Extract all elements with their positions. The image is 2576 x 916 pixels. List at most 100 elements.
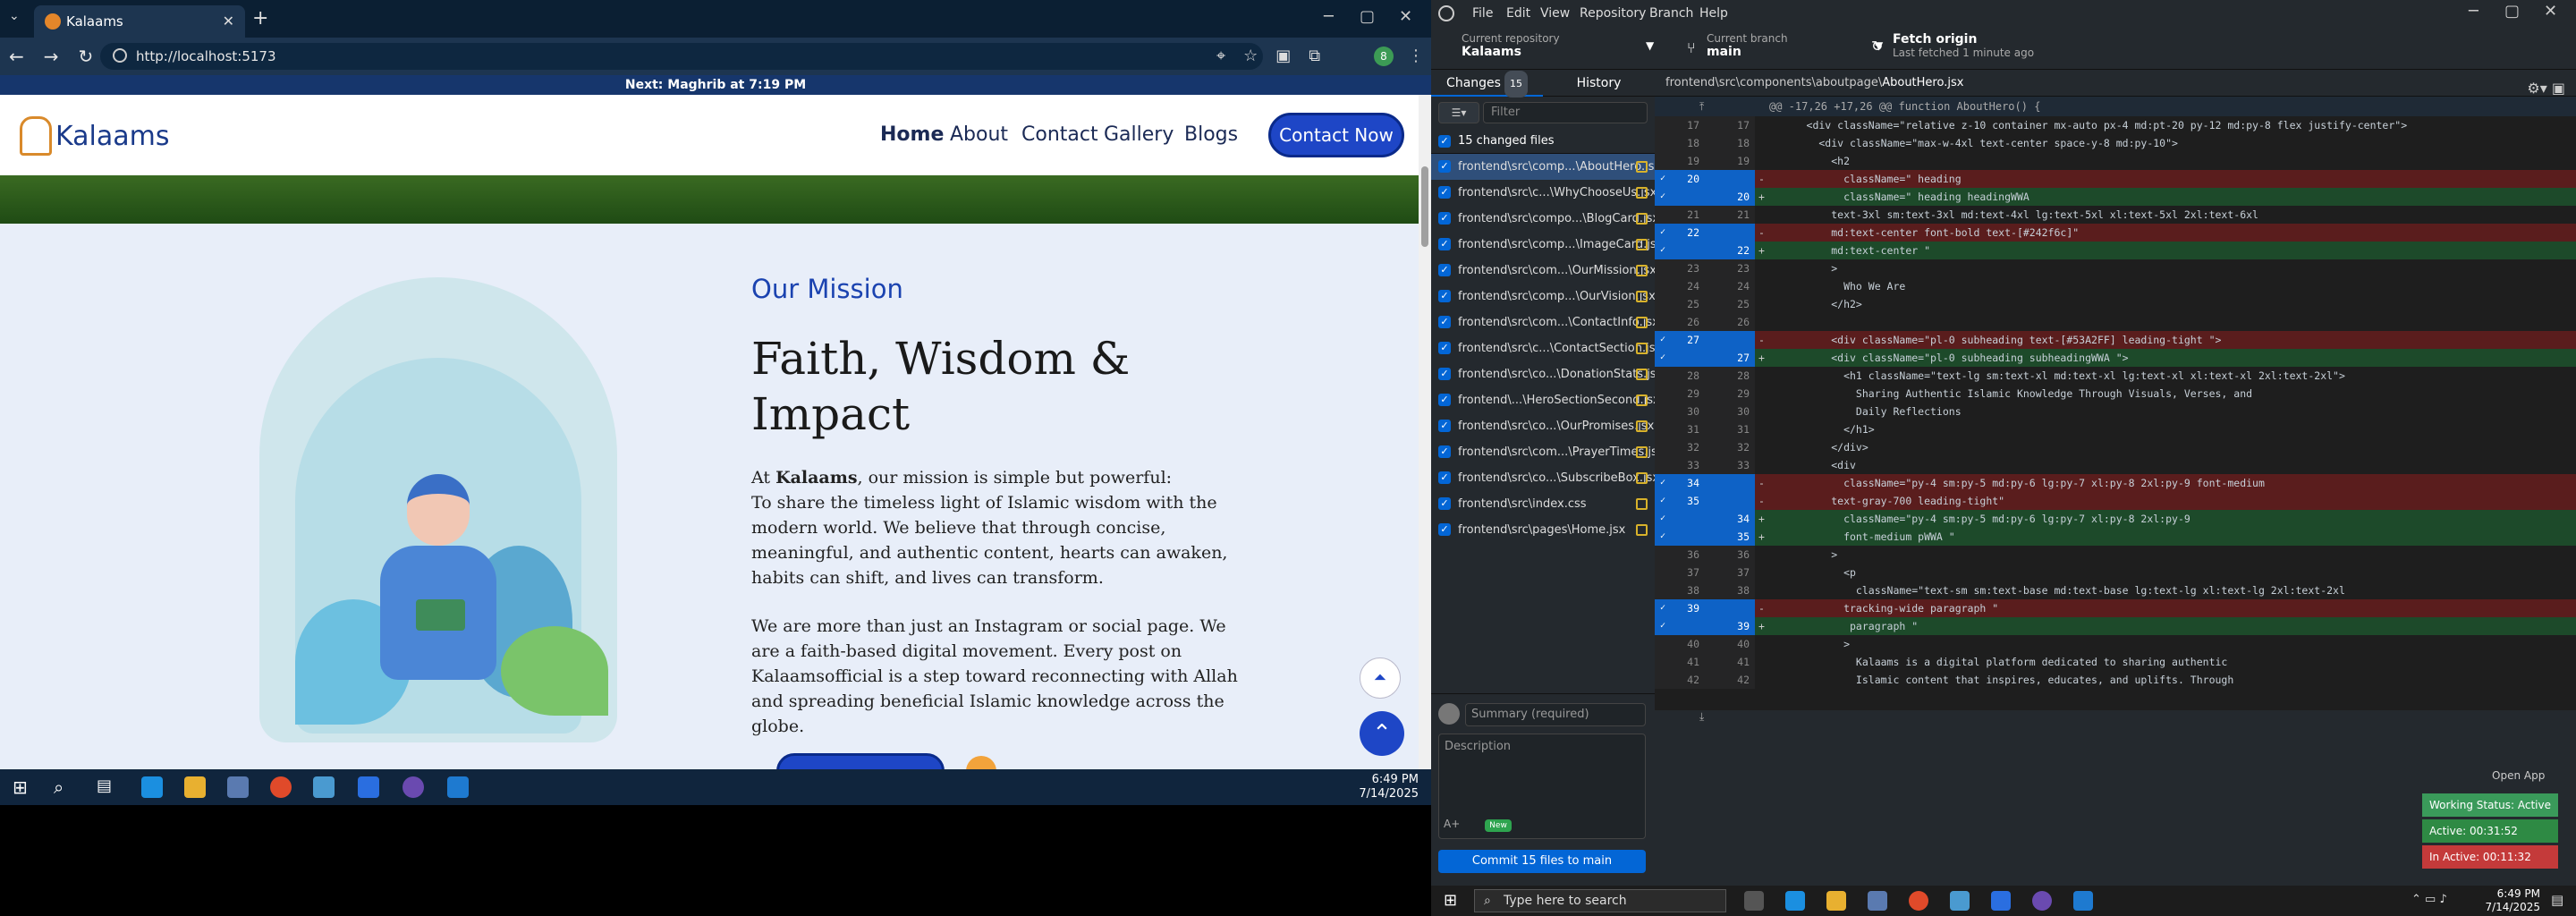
old-line-number[interactable]: 23 — [1655, 259, 1705, 277]
close-window-icon[interactable]: ✕ — [2544, 2, 2557, 21]
expand-down-icon[interactable]: ⤓ — [1699, 710, 1704, 724]
new-line-number[interactable]: 35 — [1705, 528, 1755, 546]
changed-file-item[interactable]: ✓ frontend\src\c...\ContactSection.jsx — [1431, 335, 1655, 361]
new-line-number[interactable]: 41 — [1705, 653, 1755, 671]
file-checkbox[interactable]: ✓ — [1438, 186, 1451, 199]
edge-icon[interactable] — [141, 776, 163, 798]
changed-file-item[interactable]: ✓ frontend\src\comp...\OurVision.jsx — [1431, 284, 1655, 310]
file-checkbox[interactable]: ✓ — [1438, 420, 1451, 432]
old-line-number[interactable]: 31 — [1655, 420, 1705, 438]
diff-line[interactable]: 42 42 Islamic content that inspires, educ… — [1655, 671, 2576, 689]
old-line-number[interactable]: 19 — [1655, 152, 1705, 170]
filter-input[interactable]: Filter — [1483, 102, 1648, 123]
store-icon[interactable] — [227, 776, 249, 798]
changed-file-item[interactable]: ✓ frontend\src\com...\OurMission.jsx — [1431, 258, 1655, 284]
old-line-number[interactable]: 40 — [1655, 635, 1705, 653]
old-line-number[interactable]: 21 — [1655, 206, 1705, 224]
old-line-number[interactable]: 36 — [1655, 546, 1705, 564]
file-checkbox[interactable]: ✓ — [1438, 264, 1451, 276]
new-line-number[interactable]: 36 — [1705, 546, 1755, 564]
browser-menu-icon[interactable]: ⋮ — [1408, 47, 1424, 65]
new-line-number[interactable]: 42 — [1705, 671, 1755, 689]
new-line-number[interactable]: 23 — [1705, 259, 1755, 277]
commit-description-input[interactable]: Description — [1438, 734, 1646, 839]
file-checkbox[interactable]: ✓ — [1438, 445, 1451, 458]
old-line-number[interactable]: 32 — [1655, 438, 1705, 456]
new-line-number[interactable]: 28 — [1705, 367, 1755, 385]
diff-line[interactable]: 31 31 </h1> — [1655, 420, 2576, 438]
new-line-number[interactable]: 32 — [1705, 438, 1755, 456]
diff-line[interactable]: 27 ✓ - <div className="pl-0 subheading tex… — [1655, 331, 2576, 349]
filter-options-icon[interactable]: ☰▾ — [1438, 102, 1479, 123]
start-icon[interactable]: ⊞ — [13, 776, 28, 798]
new-line-number[interactable]: 33 — [1705, 456, 1755, 474]
github-desktop-icon[interactable] — [2032, 891, 2052, 911]
file-checkbox[interactable]: ✓ — [1438, 394, 1451, 406]
diff-line[interactable]: 19 19 <h2 — [1655, 152, 2576, 170]
new-line-number[interactable]: 17 — [1705, 116, 1755, 134]
new-line-number[interactable]: 26 — [1705, 313, 1755, 331]
github-desktop-icon[interactable] — [402, 776, 424, 798]
old-line-number[interactable]: 33 — [1655, 456, 1705, 474]
nav-gallery[interactable]: Gallery — [1104, 123, 1174, 146]
file-checkbox[interactable]: ✓ — [1438, 497, 1451, 510]
file-checkbox[interactable]: ✓ — [1438, 471, 1451, 484]
changed-file-item[interactable]: ✓ frontend\src\comp...\AboutHero.jsx — [1431, 154, 1655, 180]
nav-buttons[interactable]: ←→↻ — [9, 46, 113, 67]
new-line-number[interactable]: 30 — [1705, 403, 1755, 420]
diff-line[interactable]: 41 41 Kalaams is a digital platform dedic… — [1655, 653, 2576, 671]
scroll-top-icon[interactable]: ⏶ — [1360, 657, 1401, 699]
new-line-number[interactable] — [1705, 599, 1755, 617]
changed-file-item[interactable]: ✓ frontend\src\comp...\ImageCard.jsx — [1431, 232, 1655, 258]
old-line-number[interactable]: 26 — [1655, 313, 1705, 331]
new-line-number[interactable]: 31 — [1705, 420, 1755, 438]
contact-now-button[interactable]: Contact Now — [1268, 113, 1404, 157]
minimize-icon[interactable]: ─ — [1324, 7, 1334, 26]
file-checkbox[interactable]: ✓ — [1438, 523, 1451, 536]
changed-file-item[interactable]: ✓ frontend\src\co...\OurPromises.jsx — [1431, 413, 1655, 439]
task-view-icon[interactable]: ▤ — [97, 776, 112, 795]
diff-line[interactable]: 39 ✓ + paragraph " — [1655, 617, 2576, 635]
current-branch-selector[interactable]: ⑂ Current branch main ▼ — [1683, 32, 1889, 64]
changed-file-item[interactable]: ✓ frontend\src\co...\DonationStats.jsx — [1431, 361, 1655, 387]
notification-icon[interactable]: ▤ — [2551, 892, 2563, 908]
profile-avatar[interactable]: 8 — [1374, 47, 1394, 66]
diff-line[interactable]: 34 ✓ + className="py-4 sm:py-5 md:py-6 lg:… — [1655, 510, 2576, 528]
new-line-number[interactable]: 24 — [1705, 277, 1755, 295]
menu-help[interactable]: Help — [1699, 6, 1728, 21]
file-checkbox[interactable]: ✓ — [1438, 238, 1451, 250]
diff-line[interactable]: 38 38 className="text-sm sm:text-base md:… — [1655, 581, 2576, 599]
nav-contact[interactable]: Contact — [1021, 123, 1098, 146]
new-line-number[interactable] — [1705, 492, 1755, 510]
old-line-number[interactable]: 38 — [1655, 581, 1705, 599]
diff-line[interactable]: 40 40 > — [1655, 635, 2576, 653]
tab-changes[interactable]: Changes 15 — [1431, 70, 1543, 98]
diff-line[interactable]: 32 32 </div> — [1655, 438, 2576, 456]
diff-line[interactable]: 21 21 text-3xl sm:text-3xl md:text-4xl lg… — [1655, 206, 2576, 224]
new-line-number[interactable] — [1705, 474, 1755, 492]
file-checkbox[interactable]: ✓ — [1438, 160, 1451, 173]
close-tab-icon[interactable]: ✕ — [223, 13, 234, 30]
old-line-number[interactable]: 25 — [1655, 295, 1705, 313]
zoom-icon[interactable] — [1991, 891, 2011, 911]
file-checkbox[interactable]: ✓ — [1438, 368, 1451, 380]
explorer-icon[interactable] — [1826, 891, 1846, 911]
diff-line[interactable]: 25 25 </h2> — [1655, 295, 2576, 313]
diff-line[interactable]: 29 29 Sharing Authentic Islamic Knowledge… — [1655, 385, 2576, 403]
diff-line[interactable]: 18 18 <div className="max-w-4xl text-cent… — [1655, 134, 2576, 152]
commit-button[interactable]: Commit 15 files to main — [1438, 850, 1646, 873]
menu-branch[interactable]: Branch — [1649, 6, 1693, 21]
new-line-number[interactable]: 27 — [1705, 349, 1755, 367]
diff-line[interactable]: 33 33 <div — [1655, 456, 2576, 474]
changed-file-item[interactable]: ✓ frontend\src\compo...\BlogCard.jsx — [1431, 206, 1655, 232]
diff-line[interactable]: 20 ✓ + className=" heading headingWWA — [1655, 188, 2576, 206]
old-line-number[interactable]: 41 — [1655, 653, 1705, 671]
diff-line[interactable]: 37 37 <p — [1655, 564, 2576, 581]
start-icon[interactable]: ⊞ — [1444, 891, 1457, 910]
diff-line[interactable]: 26 26 — [1655, 313, 2576, 331]
old-line-number[interactable]: 18 — [1655, 134, 1705, 152]
new-line-number[interactable] — [1705, 224, 1755, 242]
old-line-number[interactable]: 42 — [1655, 671, 1705, 689]
zoom-icon[interactable] — [358, 776, 379, 798]
diff-line[interactable]: 35 ✓ - text-gray-700 leading-tight" — [1655, 492, 2576, 510]
